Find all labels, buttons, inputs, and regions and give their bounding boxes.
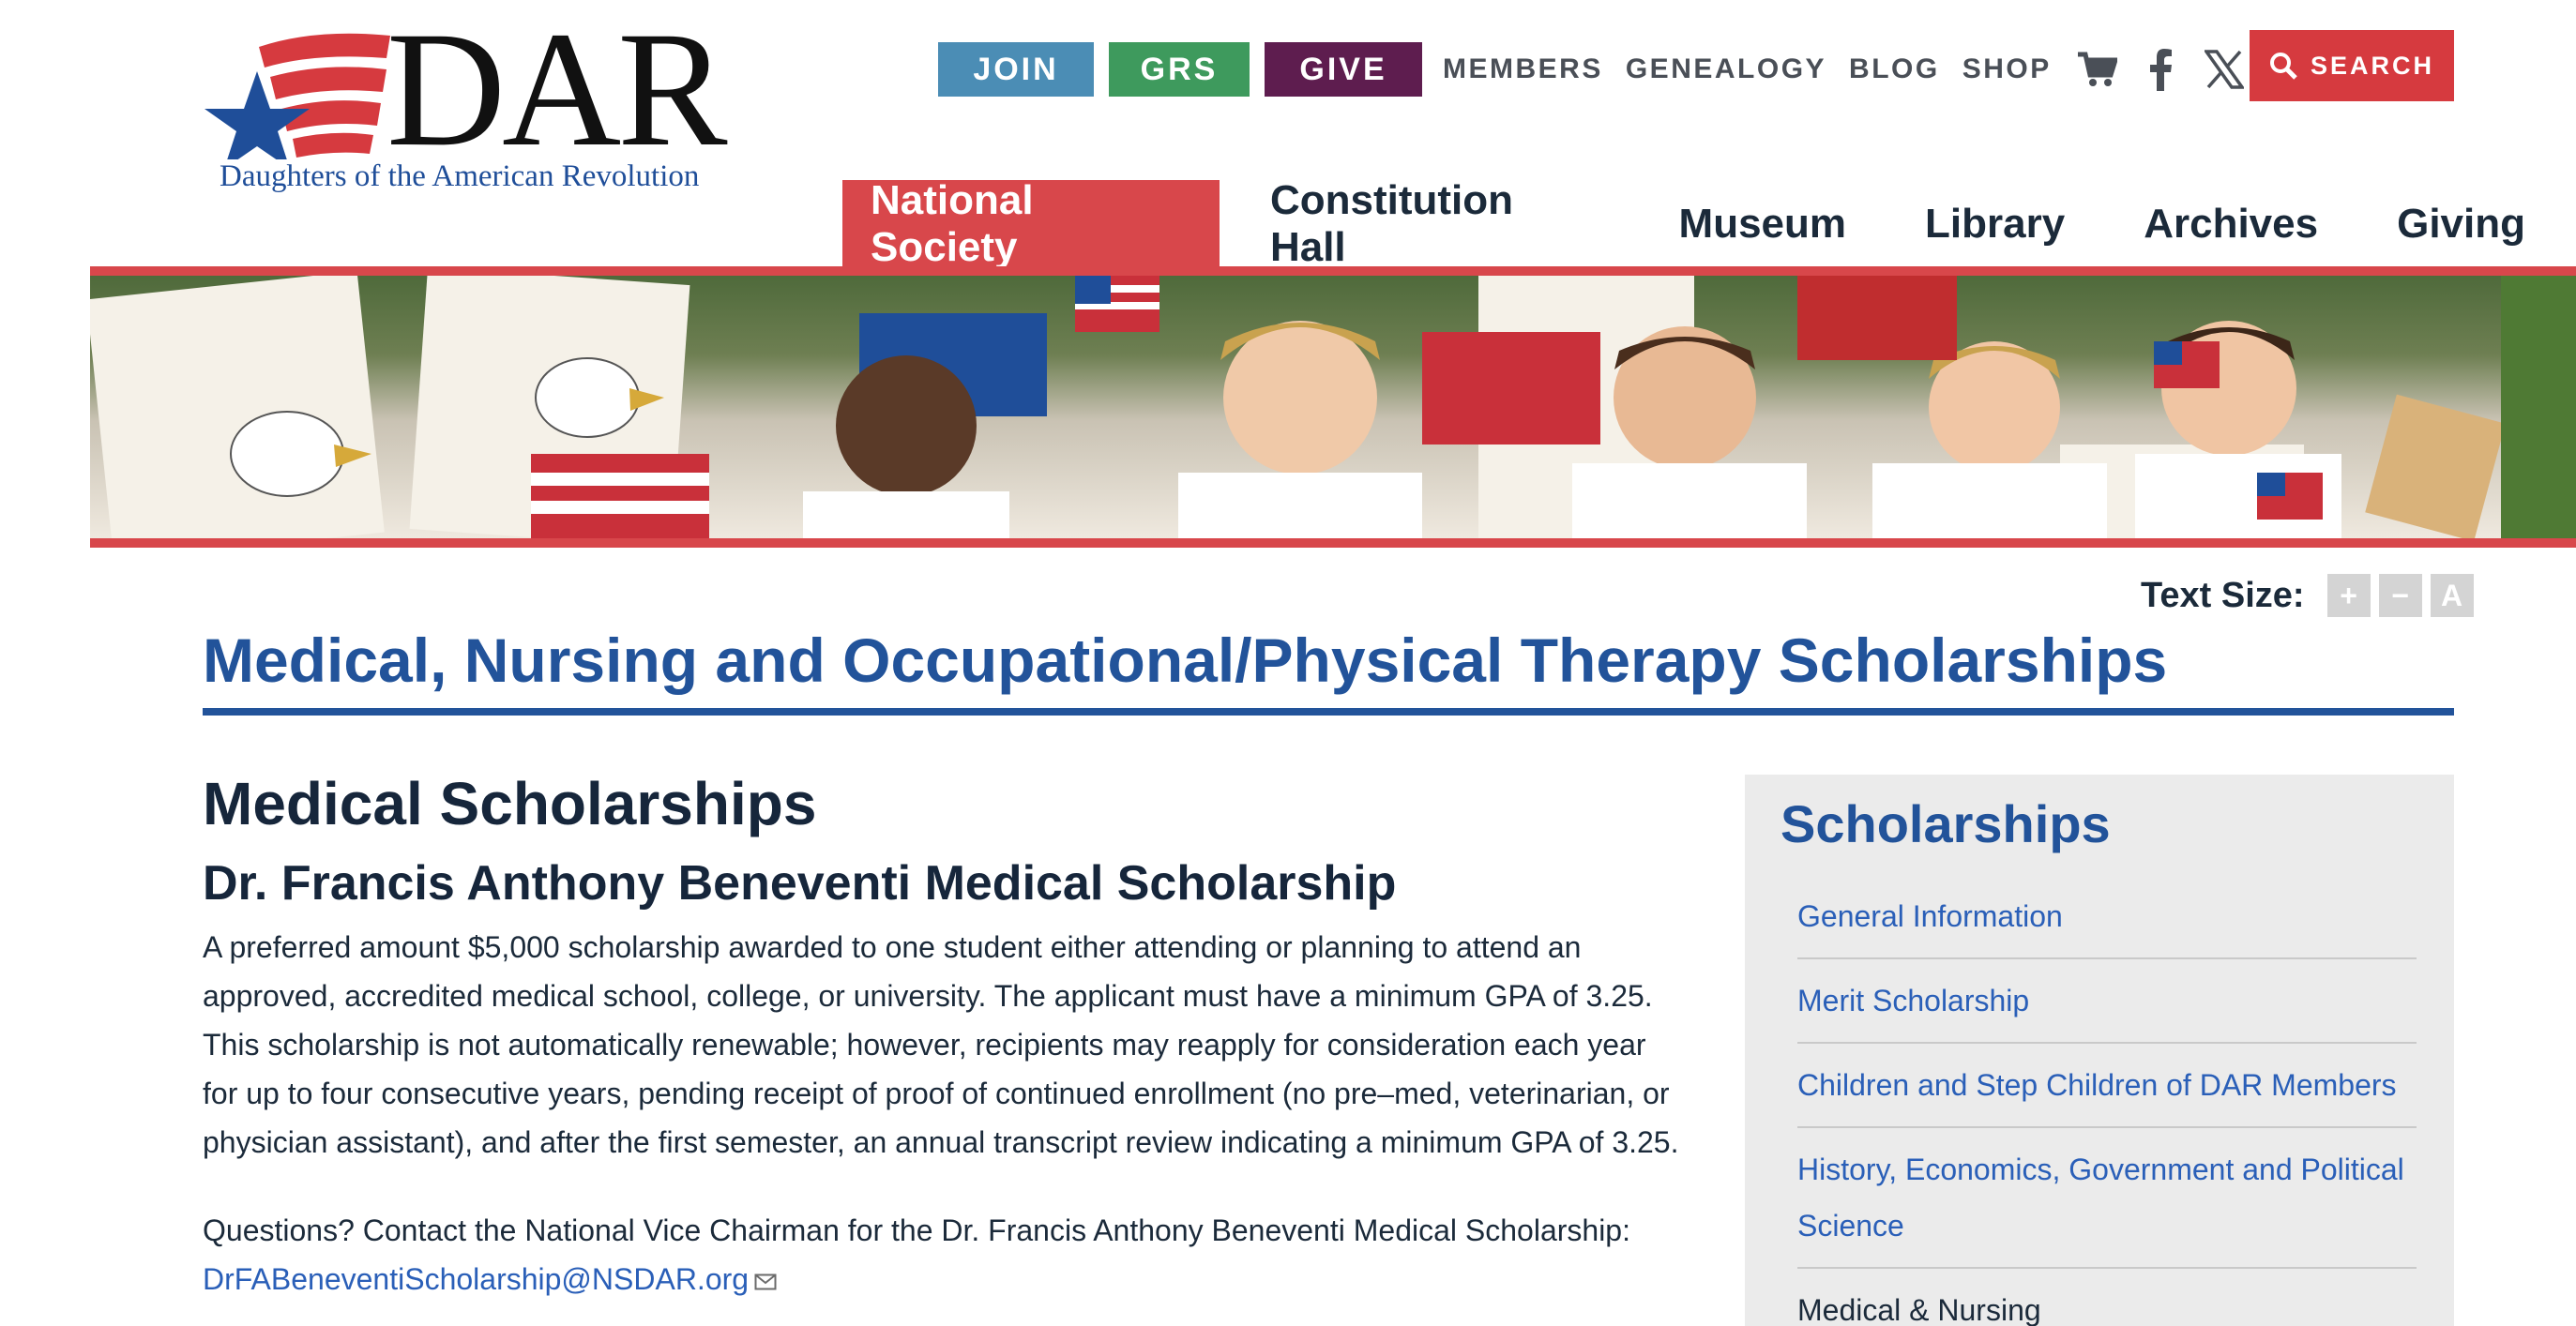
main-navigation: National Society Constitution Hall Museu… (842, 177, 2576, 270)
sidebar-item-medical-nursing[interactable]: Medical & Nursing (1797, 1269, 2417, 1326)
facebook-icon[interactable] (2138, 47, 2183, 92)
cart-icon[interactable] (2074, 47, 2119, 92)
genealogy-link[interactable]: GENEALOGY (1626, 53, 1826, 85)
text-reset-button[interactable]: A (2430, 574, 2474, 617)
scholarships-sidebar: Scholarships General Information Merit S… (1745, 775, 2454, 1326)
logo-subtitle: Daughters of the American Revolution (220, 159, 700, 193)
scholarship-description: A preferred amount $5,000 scholarship aw… (203, 930, 1679, 1159)
sidebar-item-history-economics[interactable]: History, Economics, Government and Polit… (1797, 1128, 2417, 1269)
nav-constitution-hall[interactable]: Constitution Hall (1242, 177, 1629, 270)
give-button[interactable]: GIVE (1265, 42, 1422, 97)
nav-giving[interactable]: Giving (2369, 180, 2553, 268)
sidebar-item-merit-scholarship[interactable]: Merit Scholarship (1797, 959, 2417, 1044)
text-size-label: Text Size: (2141, 575, 2305, 615)
grs-button[interactable]: GRS (1109, 42, 1250, 97)
utility-bar: JOIN GRS GIVE MEMBERS GENEALOGY BLOG SHO… (938, 41, 2329, 98)
dar-logo[interactable]: DAR Daughters of the American Revolution (203, 8, 728, 201)
search-label: SEARCH (2310, 51, 2434, 80)
hero-banner (90, 266, 2576, 548)
sidebar-item-children-of-members[interactable]: Children and Step Children of DAR Member… (1797, 1044, 2417, 1128)
sidebar-item-general-information[interactable]: General Information (1797, 875, 2417, 959)
banner-illustration (90, 276, 2576, 538)
flag-star-logo-icon (205, 33, 390, 159)
scholarship-heading: Dr. Francis Anthony Beneventi Medical Sc… (203, 856, 1397, 911)
title-divider (203, 708, 2454, 716)
x-twitter-icon[interactable] (2202, 47, 2247, 92)
contact-paragraph: Questions? Contact the National Vice Cha… (203, 1206, 1685, 1303)
mail-icon (754, 1273, 777, 1290)
nav-museum[interactable]: Museum (1651, 180, 1874, 268)
nav-library[interactable]: Library (1897, 180, 2093, 268)
text-decrease-button[interactable]: − (2378, 574, 2422, 617)
main-content: Medical Scholarships Dr. Francis Anthony… (203, 769, 1685, 1326)
text-size-controls: Text Size: + − A (2141, 574, 2482, 617)
banner-photo (90, 276, 2576, 538)
contact-email-link[interactable]: DrFABeneventiScholarship@NSDAR.org (203, 1262, 749, 1296)
members-link[interactable]: MEMBERS (1443, 53, 1603, 85)
text-increase-button[interactable]: + (2326, 574, 2371, 617)
section-heading: Medical Scholarships (203, 770, 817, 837)
nav-national-society[interactable]: National Society (842, 177, 1220, 270)
shop-link[interactable]: SHOP (1962, 53, 2052, 85)
search-icon (2269, 53, 2297, 80)
contact-text: Questions? Contact the National Vice Cha… (203, 1213, 1630, 1247)
nav-archives[interactable]: Archives (2115, 180, 2346, 268)
sidebar-title: Scholarships (1780, 794, 2111, 853)
logo-wordmark: DAR (386, 0, 728, 181)
page-title: Medical, Nursing and Occupational/Physic… (203, 625, 2168, 695)
search-button[interactable]: SEARCH (2250, 30, 2454, 101)
blog-link[interactable]: BLOG (1849, 53, 1940, 85)
join-button[interactable]: JOIN (938, 42, 1094, 97)
